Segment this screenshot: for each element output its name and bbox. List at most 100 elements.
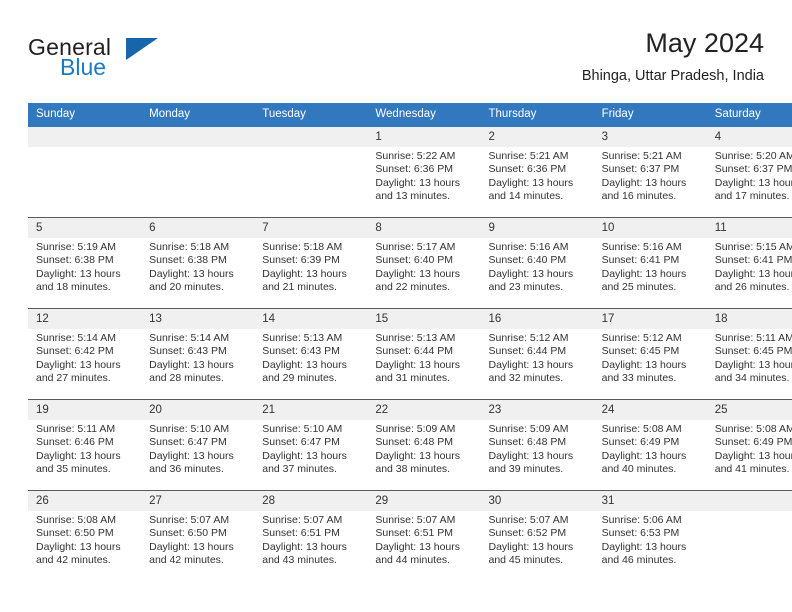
daylight-text: Daylight: 13 hours and 42 minutes. [36,540,121,567]
day-number: 16 [480,309,594,329]
calendar-cell-day[interactable]: 16 Sunrise: 5:12 AM Sunset: 6:44 PM Dayligh… [480,308,594,400]
daylight-text: Daylight: 13 hours and 31 minutes. [375,358,461,385]
day-number: 21 [254,400,368,420]
day-number: 9 [480,218,594,238]
calendar-cell-day[interactable]: 19 Sunrise: 5:11 AM Sunset: 6:46 PM Dayligh… [28,399,142,491]
sunset-text: Sunset: 6:45 PM [714,345,792,358]
location-subtitle: Bhinga, Uttar Pradesh, India [581,68,764,84]
sunrise-text: Sunrise: 5:06 AM [601,514,682,526]
calendar-week-row: 1 Sunrise: 5:22 AM Sunset: 6:36 PM Daylight… [28,127,792,218]
calendar-week-row: 19 Sunrise: 5:11 AM Sunset: 6:46 PM Dayligh… [28,399,792,491]
sunset-text: Sunset: 6:40 PM [488,254,567,267]
day-details: Sunrise: 5:11 AM Sunset: 6:45 PM Daylight:… [707,329,792,386]
sunrise-text: Sunrise: 5:07 AM [375,514,456,526]
sunset-text: Sunset: 6:37 PM [601,163,680,176]
day-details: Sunrise: 5:16 AM Sunset: 6:40 PM Daylight:… [481,238,594,295]
calendar-cell-day[interactable]: 31 Sunrise: 5:06 AM Sunset: 6:53 PM Dayligh… [593,490,707,581]
sunset-text: Sunset: 6:48 PM [375,436,454,449]
day-details: Sunrise: 5:10 AM Sunset: 6:47 PM Daylight:… [141,420,254,477]
sunrise-text: Sunrise: 5:11 AM [714,332,792,344]
day-cell: 27 Sunrise: 5:07 AM Sunset: 6:50 PM Dayligh… [141,491,255,581]
day-cell: 18 Sunrise: 5:11 AM Sunset: 6:45 PM Dayligh… [706,309,792,399]
sunset-text: Sunset: 6:51 PM [375,527,454,540]
day-details: Sunrise: 5:11 AM Sunset: 6:46 PM Daylight:… [28,420,141,477]
calendar-cell-day[interactable]: 7 Sunrise: 5:18 AM Sunset: 6:39 PM Daylight… [254,217,368,309]
day-cell [254,127,368,217]
calendar-cell-day[interactable]: 2 Sunrise: 5:21 AM Sunset: 6:36 PM Daylight… [480,127,594,218]
day-number: 19 [28,400,142,420]
calendar-cell-day[interactable]: 13 Sunrise: 5:14 AM Sunset: 6:43 PM Dayligh… [141,308,255,400]
day-cell: 1 Sunrise: 5:22 AM Sunset: 6:36 PM Daylight… [367,127,481,217]
calendar-cell-day[interactable]: 27 Sunrise: 5:07 AM Sunset: 6:50 PM Dayligh… [141,490,255,581]
calendar-cell-day[interactable]: 25 Sunrise: 5:08 AM Sunset: 6:49 PM Dayligh… [706,399,792,491]
day-number: 8 [367,218,481,238]
calendar-cell-day[interactable]: 17 Sunrise: 5:12 AM Sunset: 6:45 PM Dayligh… [593,308,707,400]
day-cell [28,127,142,217]
calendar-cell-day[interactable]: 1 Sunrise: 5:22 AM Sunset: 6:36 PM Daylight… [367,127,481,218]
day-cell: 7 Sunrise: 5:18 AM Sunset: 6:39 PM Daylight… [254,218,368,308]
day-number: 5 [28,218,142,238]
calendar-cell-day[interactable]: 8 Sunrise: 5:17 AM Sunset: 6:40 PM Daylight… [367,217,481,309]
day-number: 13 [141,309,255,329]
calendar-cell-day[interactable]: 12 Sunrise: 5:14 AM Sunset: 6:42 PM Dayligh… [28,308,142,400]
daylight-text: Daylight: 13 hours and 37 minutes. [262,449,347,476]
daylight-text: Daylight: 13 hours and 23 minutes. [488,267,574,294]
day-cell: 13 Sunrise: 5:14 AM Sunset: 6:43 PM Dayligh… [141,309,255,399]
calendar-cell-day[interactable]: 4 Sunrise: 5:20 AM Sunset: 6:37 PM Daylight… [706,127,792,218]
sunrise-text: Sunrise: 5:08 AM [601,423,682,435]
day-number: 3 [593,127,707,147]
sunset-text: Sunset: 6:52 PM [488,527,567,540]
calendar-cell-day[interactable]: 15 Sunrise: 5:13 AM Sunset: 6:44 PM Dayligh… [367,308,481,400]
calendar-cell-day[interactable]: 23 Sunrise: 5:09 AM Sunset: 6:48 PM Dayligh… [480,399,594,491]
daylight-text: Daylight: 13 hours and 41 minutes. [714,449,792,476]
daylight-text: Daylight: 13 hours and 40 minutes. [601,449,687,476]
weekday-header-tuesday: Tuesday [254,103,368,127]
daylight-text: Daylight: 13 hours and 18 minutes. [36,267,121,294]
title-block: May 2024 Bhinga, Uttar Pradesh, India [582,26,764,87]
day-cell: 14 Sunrise: 5:13 AM Sunset: 6:43 PM Dayligh… [254,309,368,399]
calendar-cell-day[interactable]: 14 Sunrise: 5:13 AM Sunset: 6:43 PM Dayligh… [254,308,368,400]
day-details: Sunrise: 5:15 AM Sunset: 6:41 PM Daylight:… [707,238,792,295]
daylight-text: Daylight: 13 hours and 21 minutes. [262,267,347,294]
calendar-cell-day[interactable]: 18 Sunrise: 5:11 AM Sunset: 6:45 PM Dayligh… [706,308,792,400]
calendar-cell-empty [141,127,255,218]
day-cell: 5 Sunrise: 5:19 AM Sunset: 6:38 PM Daylight… [28,218,142,308]
calendar-cell-day[interactable]: 9 Sunrise: 5:16 AM Sunset: 6:40 PM Daylight… [480,217,594,309]
general-blue-logo[interactable]: General Blue [28,34,258,90]
calendar-cell-day[interactable]: 30 Sunrise: 5:07 AM Sunset: 6:52 PM Dayligh… [480,490,594,581]
calendar-cell-day[interactable]: 3 Sunrise: 5:21 AM Sunset: 6:37 PM Daylight… [593,127,707,218]
calendar-cell-day[interactable]: 21 Sunrise: 5:10 AM Sunset: 6:47 PM Dayligh… [254,399,368,491]
day-details: Sunrise: 5:12 AM Sunset: 6:44 PM Daylight:… [481,329,594,386]
calendar-cell-day[interactable]: 10 Sunrise: 5:16 AM Sunset: 6:41 PM Dayligh… [593,217,707,309]
day-number [141,127,255,147]
sunset-text: Sunset: 6:50 PM [36,527,114,540]
day-cell: 6 Sunrise: 5:18 AM Sunset: 6:38 PM Daylight… [141,218,255,308]
calendar-cell-day[interactable]: 29 Sunrise: 5:07 AM Sunset: 6:51 PM Dayligh… [367,490,481,581]
sunrise-text: Sunrise: 5:13 AM [375,332,456,344]
daylight-text: Daylight: 13 hours and 36 minutes. [149,449,234,476]
sunrise-text: Sunrise: 5:22 AM [375,150,456,162]
calendar-cell-day[interactable]: 5 Sunrise: 5:19 AM Sunset: 6:38 PM Daylight… [28,217,142,309]
day-details: Sunrise: 5:21 AM Sunset: 6:37 PM Daylight:… [594,147,707,204]
sunrise-text: Sunrise: 5:08 AM [36,514,116,526]
calendar-cell-day[interactable]: 22 Sunrise: 5:09 AM Sunset: 6:48 PM Dayligh… [367,399,481,491]
calendar-cell-empty [254,127,368,218]
calendar-cell-day[interactable]: 26 Sunrise: 5:08 AM Sunset: 6:50 PM Dayligh… [28,490,142,581]
day-cell: 31 Sunrise: 5:06 AM Sunset: 6:53 PM Dayligh… [593,491,707,581]
page-header: General Blue May 2024 Bhinga, Uttar Prad… [28,26,764,96]
daylight-text: Daylight: 13 hours and 34 minutes. [714,358,792,385]
sunrise-text: Sunrise: 5:11 AM [36,423,116,435]
day-details: Sunrise: 5:10 AM Sunset: 6:47 PM Daylight:… [254,420,367,477]
calendar-cell-day[interactable]: 24 Sunrise: 5:08 AM Sunset: 6:49 PM Dayligh… [593,399,707,491]
calendar-cell-day[interactable]: 6 Sunrise: 5:18 AM Sunset: 6:38 PM Daylight… [141,217,255,309]
calendar-cell-day[interactable]: 28 Sunrise: 5:07 AM Sunset: 6:51 PM Dayligh… [254,490,368,581]
weekday-header-friday: Friday [593,103,707,127]
calendar-cell-day[interactable]: 20 Sunrise: 5:10 AM Sunset: 6:47 PM Dayligh… [141,399,255,491]
day-details: Sunrise: 5:07 AM Sunset: 6:51 PM Daylight:… [254,511,367,568]
calendar-cell-day[interactable]: 11 Sunrise: 5:15 AM Sunset: 6:41 PM Dayligh… [706,217,792,309]
daylight-text: Daylight: 13 hours and 27 minutes. [36,358,121,385]
day-cell: 20 Sunrise: 5:10 AM Sunset: 6:47 PM Dayligh… [141,400,255,490]
day-cell: 16 Sunrise: 5:12 AM Sunset: 6:44 PM Dayligh… [480,309,594,399]
sunrise-text: Sunrise: 5:12 AM [488,332,569,344]
sunrise-text: Sunrise: 5:18 AM [149,241,230,253]
